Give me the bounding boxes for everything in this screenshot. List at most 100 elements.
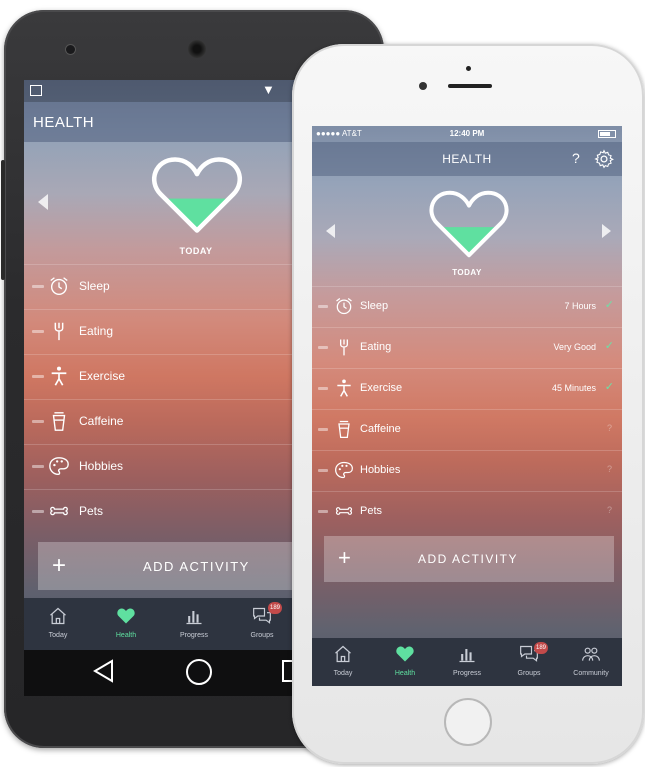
tab-label: Progress: [179, 632, 208, 639]
tab-today[interactable]: Today: [28, 598, 88, 650]
activity-value: ?: [606, 464, 612, 474]
activity-label: Eating: [79, 324, 114, 338]
heart-icon: [396, 646, 414, 662]
back-triangle-icon[interactable]: [92, 658, 116, 684]
activity-label: Hobbies: [360, 464, 401, 476]
add-activity-label: ADD ACTIVITY: [143, 559, 250, 574]
iphone: ●●●●● AT&T 12:40 PM HEALTH ? TODAY Sleep…: [292, 44, 644, 764]
activity-label: Caffeine: [360, 423, 401, 435]
home-circle-icon[interactable]: [186, 659, 212, 685]
tab-community[interactable]: Community: [560, 638, 622, 686]
heart-meter-icon: [152, 157, 242, 233]
drag-handle-icon[interactable]: [318, 305, 328, 308]
activity-row-exercise[interactable]: Exercise 45: [24, 354, 296, 399]
house-icon: [335, 645, 351, 663]
activity-row-hobbies[interactable]: Hobbies: [24, 444, 296, 489]
check-icon: ✓: [604, 299, 614, 311]
drag-handle-icon[interactable]: [32, 465, 44, 468]
today-label: TODAY: [452, 268, 482, 277]
activity-row-pets[interactable]: Pets: [24, 489, 296, 534]
tab-health[interactable]: Health: [374, 638, 436, 686]
activity-label: Exercise: [360, 382, 403, 394]
palette-icon: [49, 457, 69, 475]
alarm-clock-icon: [336, 298, 352, 315]
activity-label: Sleep: [360, 300, 389, 312]
notification-badge: 189: [268, 602, 282, 614]
tab-progress[interactable]: Progress: [164, 598, 224, 650]
add-activity-button[interactable]: + ADD ACTIVITY: [324, 536, 614, 582]
speaker-grille: [188, 40, 206, 58]
bone-icon: [50, 506, 68, 516]
tab-label: Today: [48, 632, 68, 639]
wifi-icon: ▼: [262, 82, 275, 97]
add-activity-button[interactable]: + ADD ACTIVITY: [38, 542, 296, 590]
drag-handle-icon[interactable]: [32, 510, 44, 513]
plus-icon: +: [338, 545, 351, 570]
app-header: HEALTH: [24, 102, 296, 142]
proximity-sensor: [466, 66, 471, 71]
check-icon: ✓: [604, 340, 614, 352]
activity-row-exercise[interactable]: Exercise 45 Minutes ✓: [312, 368, 622, 409]
activity-row-sleep[interactable]: Sleep: [24, 264, 296, 309]
activity-label: Sleep: [79, 279, 110, 293]
activity-row-caffeine[interactable]: Caffeine: [24, 399, 296, 444]
previous-day-arrow-icon[interactable]: [326, 224, 335, 238]
activity-label: Exercise: [79, 369, 126, 383]
next-day-arrow-icon[interactable]: [602, 224, 611, 238]
drag-handle-icon[interactable]: [318, 346, 328, 349]
drag-handle-icon[interactable]: [32, 285, 44, 288]
android-nav-bar: [24, 650, 304, 696]
home-button[interactable]: [444, 698, 492, 746]
coffee-cup-icon: [338, 420, 350, 438]
side-button: [1, 160, 5, 280]
battery-icon: [598, 130, 616, 138]
drag-handle-icon[interactable]: [318, 428, 328, 431]
app-header: HEALTH ?: [312, 142, 622, 176]
activity-value: Very Good: [553, 342, 596, 352]
add-activity-label: ADD ACTIVITY: [418, 552, 519, 566]
heart-icon: [117, 608, 135, 624]
gear-icon[interactable]: [594, 149, 614, 169]
tab-label: Health: [115, 632, 137, 639]
drag-handle-icon[interactable]: [32, 420, 44, 423]
tab-groups[interactable]: 189 Groups: [498, 638, 560, 686]
activity-row-eating[interactable]: Eating Very Good ✓: [312, 327, 622, 368]
drag-handle-icon[interactable]: [318, 469, 328, 472]
activity-row-pets[interactable]: Pets ?: [312, 491, 622, 532]
coffee-cup-icon: [52, 412, 66, 431]
activity-list: Sleep Eating V Exercise 45 Caffeine: [24, 264, 296, 534]
activity-row-sleep[interactable]: Sleep 7 Hours ✓: [312, 286, 622, 327]
status-bar: ▼: [24, 80, 296, 102]
people-icon: [582, 647, 600, 661]
tab-today[interactable]: Today: [312, 638, 374, 686]
tab-progress[interactable]: Progress: [436, 638, 498, 686]
fork-icon: [54, 322, 64, 341]
help-button[interactable]: ?: [572, 150, 580, 166]
tab-groups[interactable]: 189 Groups: [232, 598, 292, 650]
tab-label: Groups: [517, 670, 541, 677]
house-icon: [50, 607, 66, 625]
drag-handle-icon[interactable]: [318, 510, 328, 513]
alarm-clock-icon: [50, 277, 68, 295]
clock: 12:40 PM: [449, 129, 485, 138]
drag-handle-icon[interactable]: [318, 387, 328, 390]
front-camera: [419, 82, 427, 90]
drag-handle-icon[interactable]: [32, 375, 44, 378]
activity-label: Caffeine: [79, 414, 124, 428]
activity-row-eating[interactable]: Eating V: [24, 309, 296, 354]
status-bar: ●●●●● AT&T 12:40 PM: [312, 126, 622, 142]
drag-handle-icon[interactable]: [32, 330, 44, 333]
activity-row-caffeine[interactable]: Caffeine ?: [312, 409, 622, 450]
tab-label: Progress: [452, 670, 481, 677]
heart-meter-icon: [429, 190, 509, 258]
activity-value: 7 Hours: [564, 301, 596, 311]
tab-health[interactable]: Health: [96, 598, 156, 650]
activity-label: Pets: [360, 505, 383, 517]
activity-value: 45 Minutes: [551, 383, 596, 393]
tab-label: Groups: [250, 632, 274, 639]
activity-list: Sleep 7 Hours ✓ Eating Very Good ✓ Exerc…: [312, 286, 622, 532]
previous-day-arrow-icon[interactable]: [38, 194, 48, 210]
android-screen: ▼ HEALTH TODAY Sleep Eating Exercise Caf…: [24, 80, 296, 650]
today-label: TODAY: [179, 246, 213, 256]
activity-row-hobbies[interactable]: Hobbies ?: [312, 450, 622, 491]
